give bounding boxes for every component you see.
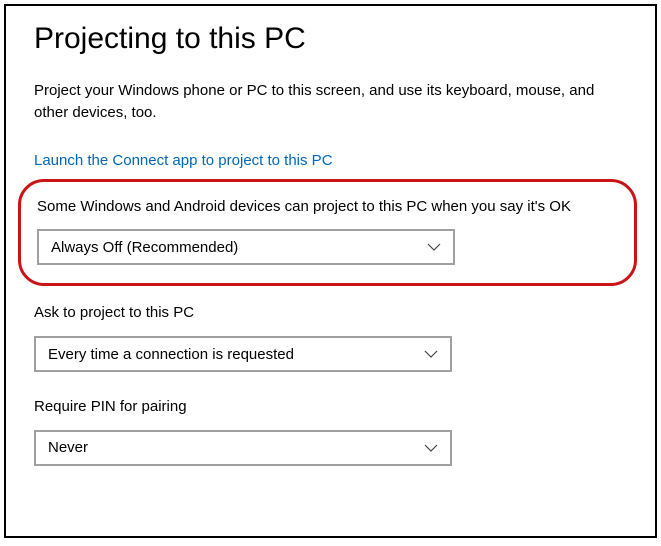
ask-to-project-dropdown[interactable]: Every time a connection is requested bbox=[34, 336, 452, 372]
project-permission-value: Always Off (Recommended) bbox=[51, 239, 238, 256]
require-pin-block: Require PIN for pairing Never bbox=[34, 396, 627, 466]
project-permission-dropdown[interactable]: Always Off (Recommended) bbox=[37, 229, 455, 265]
project-permission-label: Some Windows and Android devices can pro… bbox=[37, 196, 618, 218]
require-pin-label: Require PIN for pairing bbox=[34, 396, 627, 418]
chevron-down-icon bbox=[427, 242, 441, 252]
page-title: Projecting to this PC bbox=[34, 22, 627, 56]
ask-to-project-label: Ask to project to this PC bbox=[34, 302, 627, 324]
settings-window: Projecting to this PC Project your Windo… bbox=[4, 4, 657, 538]
require-pin-value: Never bbox=[48, 439, 88, 456]
highlighted-setting: Some Windows and Android devices can pro… bbox=[18, 179, 637, 287]
chevron-down-icon bbox=[424, 349, 438, 359]
launch-connect-link[interactable]: Launch the Connect app to project to thi… bbox=[34, 152, 627, 169]
require-pin-dropdown[interactable]: Never bbox=[34, 430, 452, 466]
ask-to-project-value: Every time a connection is requested bbox=[48, 346, 294, 363]
page-description: Project your Windows phone or PC to this… bbox=[34, 80, 627, 124]
chevron-down-icon bbox=[424, 443, 438, 453]
ask-to-project-block: Ask to project to this PC Every time a c… bbox=[34, 302, 627, 372]
